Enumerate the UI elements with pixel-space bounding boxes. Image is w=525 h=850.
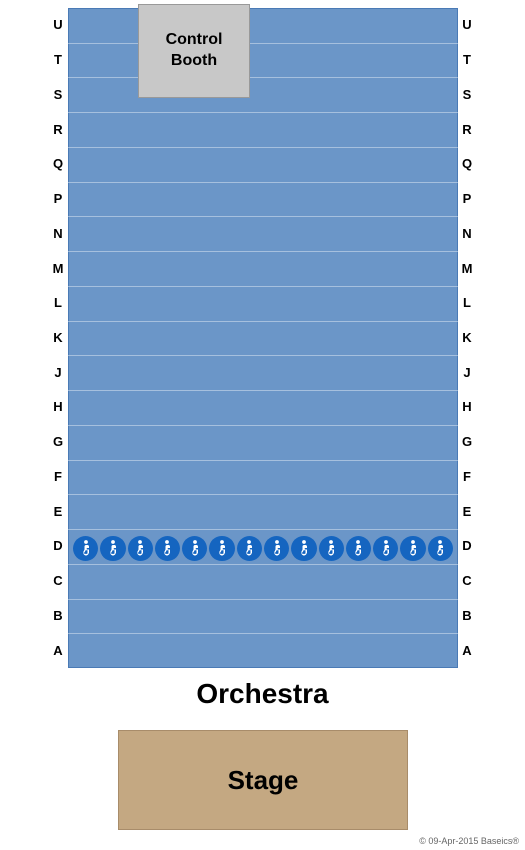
- stage-area: Stage: [118, 730, 408, 830]
- control-booth: Control Booth: [138, 4, 250, 98]
- stage-label: Stage: [228, 765, 299, 796]
- accessibility-icon-10: [319, 536, 344, 561]
- row-labels-right: U T S R Q P N M L K J H G F E D C B A: [457, 8, 477, 668]
- row-label-right-Q: Q: [457, 156, 477, 171]
- row-labels-left: U T S R Q P N M L K J H G F E D C B A: [48, 8, 68, 668]
- row-label-right-T: T: [457, 52, 477, 67]
- accessibility-icon-12: [373, 536, 398, 561]
- row-label-left-S: S: [48, 87, 68, 102]
- row-label-left-M: M: [48, 261, 68, 276]
- row-label-left-C: C: [48, 573, 68, 588]
- row-label-right-D: D: [457, 538, 477, 553]
- row-label-right-K: K: [457, 330, 477, 345]
- accessibility-icon-9: [291, 536, 316, 561]
- accessibility-icon-13: [400, 536, 425, 561]
- venue-map: Control Booth U T S R Q P N M L K J H G F E D C B A U T S R Q P…: [0, 0, 525, 850]
- row-label-right-S: S: [457, 87, 477, 102]
- row-label-right-J: J: [457, 365, 477, 380]
- accessibility-icon-7: [237, 536, 262, 561]
- row-label-right-G: G: [457, 434, 477, 449]
- row-label-right-R: R: [457, 122, 477, 137]
- row-label-left-F: F: [48, 469, 68, 484]
- row-label-right-P: P: [457, 191, 477, 206]
- row-label-left-J: J: [48, 365, 68, 380]
- row-label-left-A: A: [48, 643, 68, 658]
- accessibility-icon-4: [155, 536, 180, 561]
- accessibility-icon-3: [128, 536, 153, 561]
- row-label-left-R: R: [48, 122, 68, 137]
- row-label-right-U: U: [457, 17, 477, 32]
- row-label-right-F: F: [457, 469, 477, 484]
- row-label-left-L: L: [48, 295, 68, 310]
- row-label-left-G: G: [48, 434, 68, 449]
- accessibility-icon-14: [428, 536, 453, 561]
- row-label-right-C: C: [457, 573, 477, 588]
- row-label-right-L: L: [457, 295, 477, 310]
- row-label-left-T: T: [48, 52, 68, 67]
- seating-area: [68, 8, 458, 668]
- row-label-right-B: B: [457, 608, 477, 623]
- accessibility-icon-1: [73, 536, 98, 561]
- row-label-left-E: E: [48, 504, 68, 519]
- row-label-left-Q: Q: [48, 156, 68, 171]
- accessibility-icon-5: [182, 536, 207, 561]
- accessibility-icon-6: [209, 536, 234, 561]
- row-label-left-D: D: [48, 538, 68, 553]
- accessibility-icon-8: [264, 536, 289, 561]
- row-label-right-M: M: [457, 261, 477, 276]
- accessibility-icon-11: [346, 536, 371, 561]
- copyright: © 09-Apr-2015 Baseics®: [419, 836, 519, 846]
- row-label-right-A: A: [457, 643, 477, 658]
- row-label-left-K: K: [48, 330, 68, 345]
- control-booth-label: Control Booth: [166, 30, 223, 72]
- row-label-left-H: H: [48, 399, 68, 414]
- row-label-right-H: H: [457, 399, 477, 414]
- accessibility-row: [68, 531, 458, 566]
- row-label-left-P: P: [48, 191, 68, 206]
- orchestra-label: Orchestra: [0, 678, 525, 710]
- row-label-right-E: E: [457, 504, 477, 519]
- accessibility-icon-2: [100, 536, 125, 561]
- row-label-left-U: U: [48, 17, 68, 32]
- row-label-left-B: B: [48, 608, 68, 623]
- row-label-left-N: N: [48, 226, 68, 241]
- row-label-right-N: N: [457, 226, 477, 241]
